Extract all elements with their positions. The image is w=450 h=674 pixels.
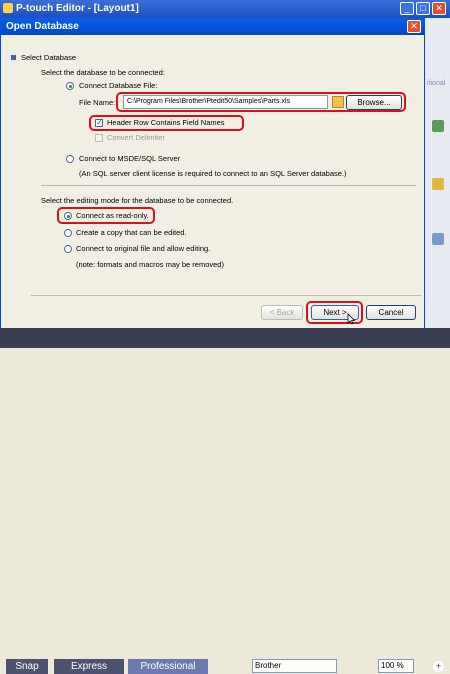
zoom-select[interactable]: 100 % [378, 659, 414, 673]
app-right-panel: itional [425, 18, 450, 328]
section-bullet-icon [11, 55, 16, 60]
connect-sql-radio[interactable] [66, 155, 74, 163]
cursor-icon [347, 313, 356, 325]
express-mode[interactable]: Express [54, 659, 124, 674]
convert-delimiter-label: Convert Delimiter [107, 133, 165, 142]
minimize-icon[interactable]: _ [400, 2, 414, 15]
footer-divider [31, 295, 421, 296]
database-prompt: Select the database to be connected: [41, 68, 165, 77]
cancel-button[interactable]: Cancel [366, 305, 416, 320]
tool-icon[interactable] [432, 178, 444, 190]
app-close-icon[interactable]: ✕ [432, 2, 446, 15]
edit-mode-prompt: Select the editing mode for the database… [41, 196, 234, 205]
copy-radio[interactable] [64, 229, 72, 237]
readonly-label: Connect as read-only. [76, 211, 149, 220]
convert-delimiter-checkbox[interactable] [95, 134, 103, 142]
dialog-close-icon[interactable]: ✕ [407, 20, 421, 33]
app-side-label: itional [427, 80, 446, 87]
copy-label: Create a copy that can be edited. [76, 228, 187, 237]
divider [41, 185, 416, 186]
original-label: Connect to original file and allow editi… [76, 244, 211, 253]
app-titlebar: P-touch Editor - [Layout1] [0, 0, 450, 18]
app-title: P-touch Editor - [Layout1] [16, 3, 139, 14]
dialog-titlebar: Open Database [0, 18, 425, 35]
dialog-body: Select Database Select the database to b… [0, 35, 425, 328]
original-radio[interactable] [64, 245, 72, 253]
connect-file-label: Connect Database File: [79, 81, 158, 90]
back-button[interactable]: < Back [261, 305, 303, 320]
app-statusbar: Snap Express Professional Brother 100 % … [0, 328, 450, 674]
tool-icon[interactable] [432, 233, 444, 245]
zoom-in-icon[interactable]: + [433, 661, 444, 672]
file-name-input[interactable]: C:\Program Files\Brother\Ptedit50\Sample… [123, 95, 328, 109]
browse-button[interactable]: Browse... [346, 95, 402, 110]
maximize-icon[interactable]: □ [416, 2, 430, 15]
section-label: Select Database [21, 53, 77, 62]
connect-file-radio[interactable] [66, 82, 74, 90]
sql-license-note: (An SQL server client license is require… [79, 169, 347, 178]
file-name-label: File Name: [79, 98, 116, 107]
header-row-label: Header Row Contains Field Names [107, 118, 225, 127]
printer-select[interactable]: Brother [252, 659, 337, 673]
connect-sql-label: Connect to MSDE/SQL Server [79, 154, 181, 163]
readonly-radio[interactable] [64, 212, 72, 220]
tool-icon[interactable] [432, 120, 444, 132]
folder-icon [332, 96, 344, 108]
snap-mode[interactable]: Snap [6, 659, 48, 674]
macros-note: (note: formats and macros may be removed… [76, 260, 224, 269]
header-row-checkbox[interactable]: ✓ [95, 119, 103, 127]
dialog-title: Open Database [6, 21, 79, 32]
professional-mode[interactable]: Professional [128, 659, 208, 674]
app-icon [3, 3, 13, 13]
